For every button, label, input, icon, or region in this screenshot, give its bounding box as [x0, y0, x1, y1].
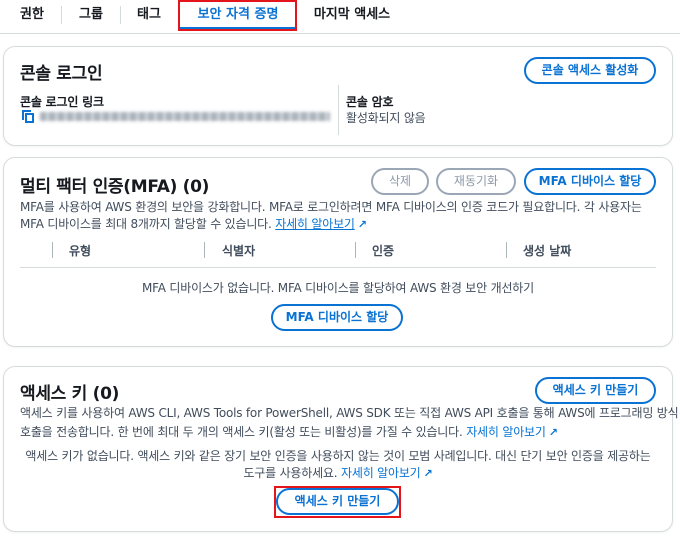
tab-last-accessed[interactable]: 마지막 액세스 — [304, 0, 400, 30]
tab-permissions[interactable]: 권한 — [8, 0, 56, 30]
delete-button[interactable]: 삭제 — [371, 168, 429, 195]
column-header-type[interactable]: 유형 — [69, 242, 91, 259]
console-login-link-label: 콘솔 로그인 링크 — [20, 95, 104, 109]
tab-tags[interactable]: 태그 — [124, 0, 174, 30]
mfa-empty-text: MFA 디바이스가 없습니다. MFA 디바이스를 할당하여 AWS 환경 보안… — [142, 281, 534, 295]
external-link-icon: ↗ — [548, 426, 558, 439]
enable-console-access-button[interactable]: 콘솔 액세스 활성화 — [524, 57, 656, 84]
mfa-card: 멀티 팩터 인증(MFA) (0) 삭제 재동기화 MFA 디바이스 할당 MF… — [3, 157, 673, 347]
mfa-title: 멀티 팩터 인증(MFA) (0) — [20, 177, 210, 197]
highlight-box — [178, 0, 297, 31]
tab-divider — [61, 6, 62, 24]
column-header-certification[interactable]: 인증 — [372, 242, 394, 259]
column-divider — [506, 242, 507, 258]
access-keys-title: 액세스 키 (0) — [20, 384, 120, 404]
table-header-divider — [20, 267, 656, 268]
column-divider — [204, 242, 205, 258]
column-header-identifier[interactable]: 식별자 — [222, 242, 255, 259]
access-keys-empty-text: 액세스 키가 없습니다. 액세스 키와 같은 장기 보안 인증을 사용하지 않는… — [25, 449, 651, 463]
create-access-key-button[interactable]: 액세스 키 만들기 — [535, 377, 656, 404]
learn-more-link[interactable]: 자세히 알아보기 — [466, 425, 546, 439]
console-login-title: 콘솔 로그인 — [20, 64, 103, 84]
learn-more-link[interactable]: 자세히 알아보기 — [341, 466, 421, 480]
tab-groups[interactable]: 그룹 — [66, 0, 116, 30]
copy-icon[interactable] — [22, 110, 34, 123]
column-divider — [355, 242, 356, 258]
assign-mfa-button[interactable]: MFA 디바이스 할당 — [524, 168, 656, 195]
external-link-icon: ↗ — [423, 467, 433, 480]
console-password-label: 콘솔 암호 — [346, 95, 394, 109]
column-divider — [52, 242, 53, 258]
highlight-box — [274, 486, 401, 518]
console-password-value: 활성화되지 않음 — [346, 111, 426, 125]
column-divider — [338, 85, 339, 135]
learn-more-link[interactable]: 자세히 알아보기 — [275, 217, 355, 231]
assign-mfa-empty-button[interactable]: MFA 디바이스 할당 — [271, 304, 403, 331]
console-login-url-blurred[interactable] — [40, 112, 330, 121]
resync-button[interactable]: 재동기화 — [436, 168, 516, 195]
tab-divider — [120, 6, 121, 24]
access-keys-description: 액세스 키를 사용하여 AWS CLI, AWS Tools for Power… — [20, 406, 679, 420]
tab-underline — [0, 33, 680, 34]
access-keys-empty-text-line2: 도구를 사용하세요. 자세히 알아보기 ↗ — [243, 466, 433, 480]
access-keys-description-line2: 호출을 전송합니다. 한 번에 최대 두 개의 액세스 키(활성 또는 비활성)… — [20, 425, 558, 439]
external-link-icon: ↗ — [357, 218, 367, 231]
column-header-created[interactable]: 생성 날짜 — [523, 242, 571, 259]
mfa-description-line2: MFA 디바이스를 최대 8개까지 할당할 수 있습니다. 자세히 알아보기 ↗ — [20, 217, 367, 231]
mfa-description: MFA를 사용하여 AWS 환경의 보안을 강화합니다. MFA로 로그인하려면… — [20, 200, 642, 214]
console-login-card: 콘솔 로그인 콘솔 액세스 활성화 콘솔 로그인 링크 콘솔 암호 활성화되지 … — [3, 46, 673, 146]
